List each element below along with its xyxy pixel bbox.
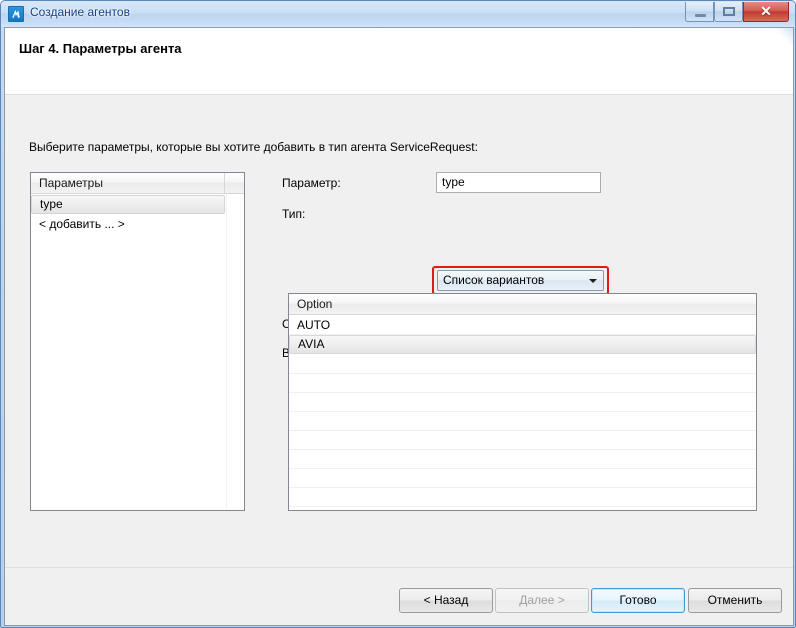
table-row[interactable] xyxy=(289,374,756,393)
options-table[interactable]: Option AUTO AVIA xyxy=(288,293,757,511)
type-dropdown[interactable]: Список вариантов xyxy=(437,270,604,291)
type-dropdown-value: Список вариантов xyxy=(443,273,545,287)
header-watermark-inner-icon xyxy=(653,28,793,94)
table-row[interactable] xyxy=(289,488,756,507)
page-title: Шаг 4. Параметры агента xyxy=(19,41,182,56)
intro-text: Выберите параметры, которые вы хотите до… xyxy=(29,140,478,154)
wizard-header: Шаг 4. Параметры агента xyxy=(5,28,793,95)
wizard-body: Выберите параметры, которые вы хотите до… xyxy=(5,95,793,605)
dialog-window: Создание агентов ✕ Шаг 4. Параметры аген… xyxy=(0,0,796,628)
table-row[interactable] xyxy=(289,412,756,431)
parameter-field-label: Параметр: xyxy=(282,176,341,190)
cancel-button[interactable]: Отменить xyxy=(688,588,782,613)
options-column-header[interactable]: Option xyxy=(289,294,756,315)
maximize-button[interactable] xyxy=(714,2,743,22)
type-field-label: Тип: xyxy=(282,207,306,221)
table-row[interactable] xyxy=(289,431,756,450)
table-row[interactable]: AVIA xyxy=(289,335,756,354)
close-button[interactable]: ✕ xyxy=(743,2,789,22)
dialog-footer: < Назад Далее > Готово Отменить xyxy=(5,567,793,625)
parameters-list[interactable]: Параметры type < добавить ... > xyxy=(30,172,245,511)
window-title: Создание агентов xyxy=(30,5,130,19)
table-row[interactable]: AUTO xyxy=(289,316,756,335)
back-button[interactable]: < Назад xyxy=(399,588,493,613)
table-row[interactable] xyxy=(289,393,756,412)
maximize-icon xyxy=(723,7,735,16)
table-row[interactable] xyxy=(289,355,756,374)
title-bar: Создание агентов ✕ xyxy=(1,1,795,27)
parameters-column-header-extra[interactable] xyxy=(226,173,244,193)
app-icon xyxy=(8,6,24,22)
chevron-down-icon xyxy=(589,279,597,283)
finish-button[interactable]: Готово xyxy=(591,588,685,613)
parameters-list-header: Параметры xyxy=(31,173,244,194)
list-item[interactable]: type xyxy=(31,195,225,214)
minimize-icon xyxy=(695,14,706,17)
table-row[interactable] xyxy=(289,450,756,469)
parameter-name-input[interactable]: type xyxy=(436,172,601,193)
table-row[interactable] xyxy=(289,469,756,488)
parameters-column-header[interactable]: Параметры xyxy=(31,173,225,193)
minimize-button[interactable] xyxy=(685,2,714,22)
next-button: Далее > xyxy=(495,588,589,613)
list-item[interactable]: < добавить ... > xyxy=(31,215,225,234)
dialog-client-area: Шаг 4. Параметры агента Выберите парамет… xyxy=(4,27,794,626)
close-icon: ✕ xyxy=(760,3,772,19)
parameters-column-divider xyxy=(226,194,227,510)
